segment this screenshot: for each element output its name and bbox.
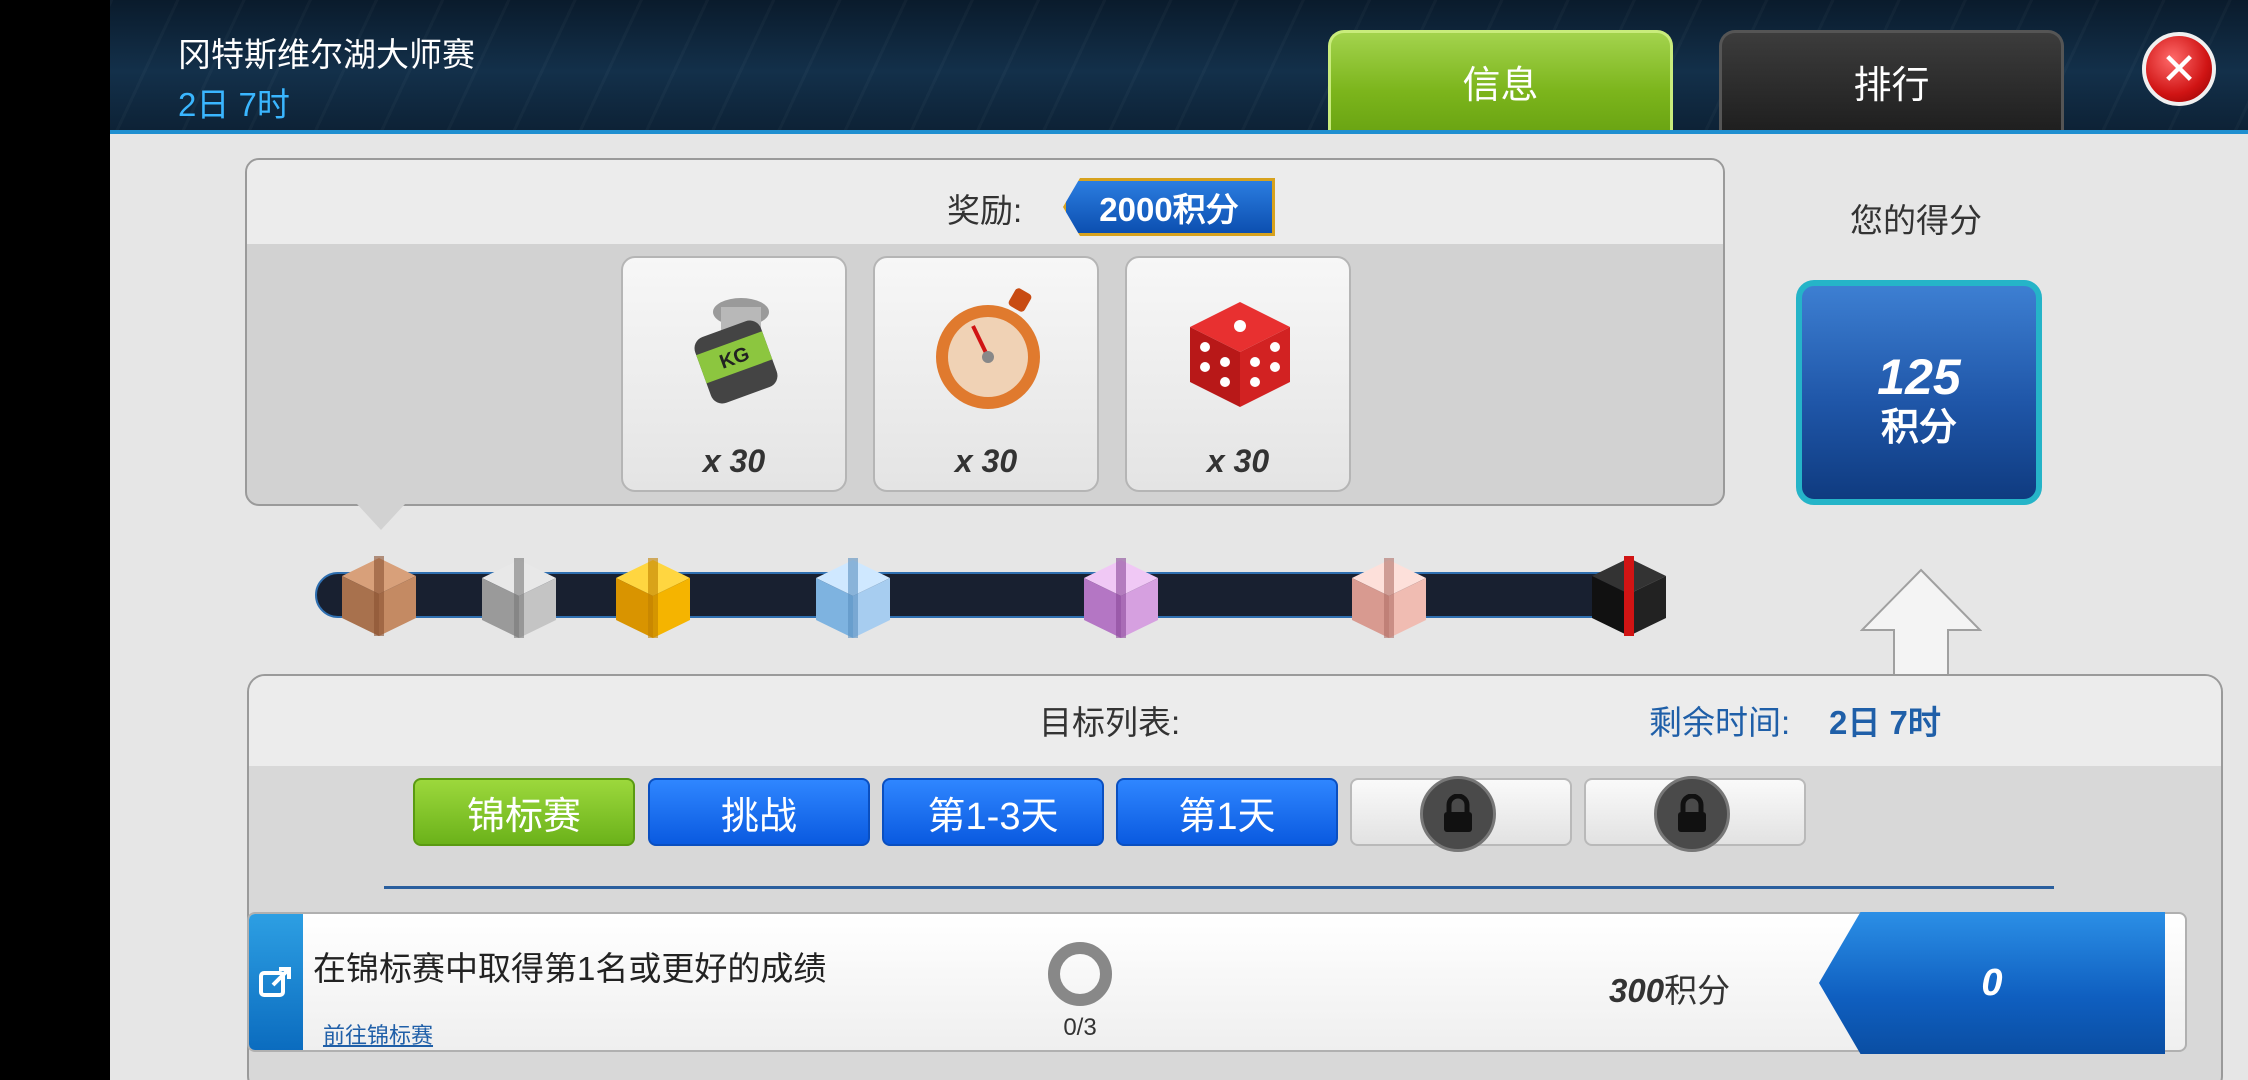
filter-tournament[interactable]: 锦标赛 — [413, 778, 635, 846]
lock-icon — [1654, 776, 1730, 852]
header-bar: 冈特斯维尔湖大师赛 2日 7时 信息 排行 ✕ — [110, 0, 2248, 134]
gift-purple-icon[interactable] — [1074, 548, 1168, 642]
tab-info[interactable]: 信息 — [1328, 30, 1673, 130]
gift-silver-icon[interactable] — [472, 548, 566, 642]
event-title: 冈特斯维尔湖大师赛 — [178, 36, 475, 73]
score-pointer-arrow — [1860, 568, 1982, 678]
reward-item-weight: KG x 30 — [621, 256, 847, 492]
filter-day-1[interactable]: 第1天 — [1116, 778, 1338, 846]
gift-pink-icon[interactable] — [1342, 548, 1436, 642]
score-unit: 积分 — [1880, 407, 1957, 449]
reward-qty: x 30 — [1206, 443, 1270, 479]
gift-black-icon[interactable] — [1582, 546, 1676, 640]
event-timer: 2日 7时 — [178, 86, 290, 123]
goals-title: 目标列表: — [1039, 704, 1181, 741]
tab-ranking[interactable]: 排行 — [1719, 30, 2064, 130]
close-icon: ✕ — [2160, 44, 2198, 94]
stopwatch-icon — [936, 288, 1040, 409]
dice-icon — [1190, 302, 1290, 407]
close-button[interactable]: ✕ — [2142, 32, 2216, 106]
external-link-icon[interactable] — [249, 914, 303, 1050]
reward-points-badge: 2000积分 — [1063, 178, 1275, 236]
game-screen: 冈特斯维尔湖大师赛 2日 7时 信息 排行 ✕ 奖励: 2000积分 KG x … — [110, 0, 2248, 1080]
goal-go-link[interactable]: 前往锦标赛 — [323, 1018, 433, 1050]
filter-locked-1[interactable] — [1350, 776, 1572, 852]
reward-item-stopwatch: x 30 — [873, 256, 1099, 492]
goal-row: 在锦标赛中取得第1名或更好的成绩 前往锦标赛 0/3 300积分 0 — [247, 912, 2187, 1054]
goal-points-unit: 积分 — [1664, 972, 1731, 1009]
lock-icon — [1420, 776, 1496, 852]
reward-item-dice: x 30 — [1125, 256, 1351, 492]
goal-description: 在锦标赛中取得第1名或更好的成绩 — [313, 950, 827, 987]
filter-challenge[interactable]: 挑战 — [648, 778, 870, 846]
reward-panel: 奖励: 2000积分 KG x 30 x 30 x 30 — [245, 158, 1725, 530]
score-box: 125 积分 — [1796, 280, 2042, 505]
filter-locked-2[interactable] — [1584, 776, 1806, 852]
filter-day-1-3[interactable]: 第1-3天 — [882, 778, 1104, 846]
goal-claim-button[interactable]: 0 — [1819, 912, 2165, 1054]
gift-blue-icon[interactable] — [806, 548, 900, 642]
goal-points: 300积分 — [1609, 964, 1730, 1012]
gift-bronze-icon[interactable] — [332, 546, 426, 640]
time-left-value: 2日 7时 — [1829, 704, 1941, 741]
goal-progress: 0/3 — [1063, 1014, 1097, 1041]
reward-pointer — [357, 504, 405, 530]
time-left-label: 剩余时间: — [1649, 704, 1791, 741]
reward-qty: x 30 — [702, 443, 766, 479]
goal-points-number: 300 — [1609, 972, 1665, 1009]
reward-qty: x 30 — [954, 443, 1018, 479]
reward-label: 奖励: — [947, 192, 1023, 229]
weight-kg-icon: KG — [694, 298, 778, 404]
goals-divider — [384, 886, 2054, 889]
gift-gold-icon[interactable] — [606, 548, 700, 642]
progress-ring-icon — [1048, 942, 1112, 1006]
score-label: 您的得分 — [1850, 202, 1982, 239]
